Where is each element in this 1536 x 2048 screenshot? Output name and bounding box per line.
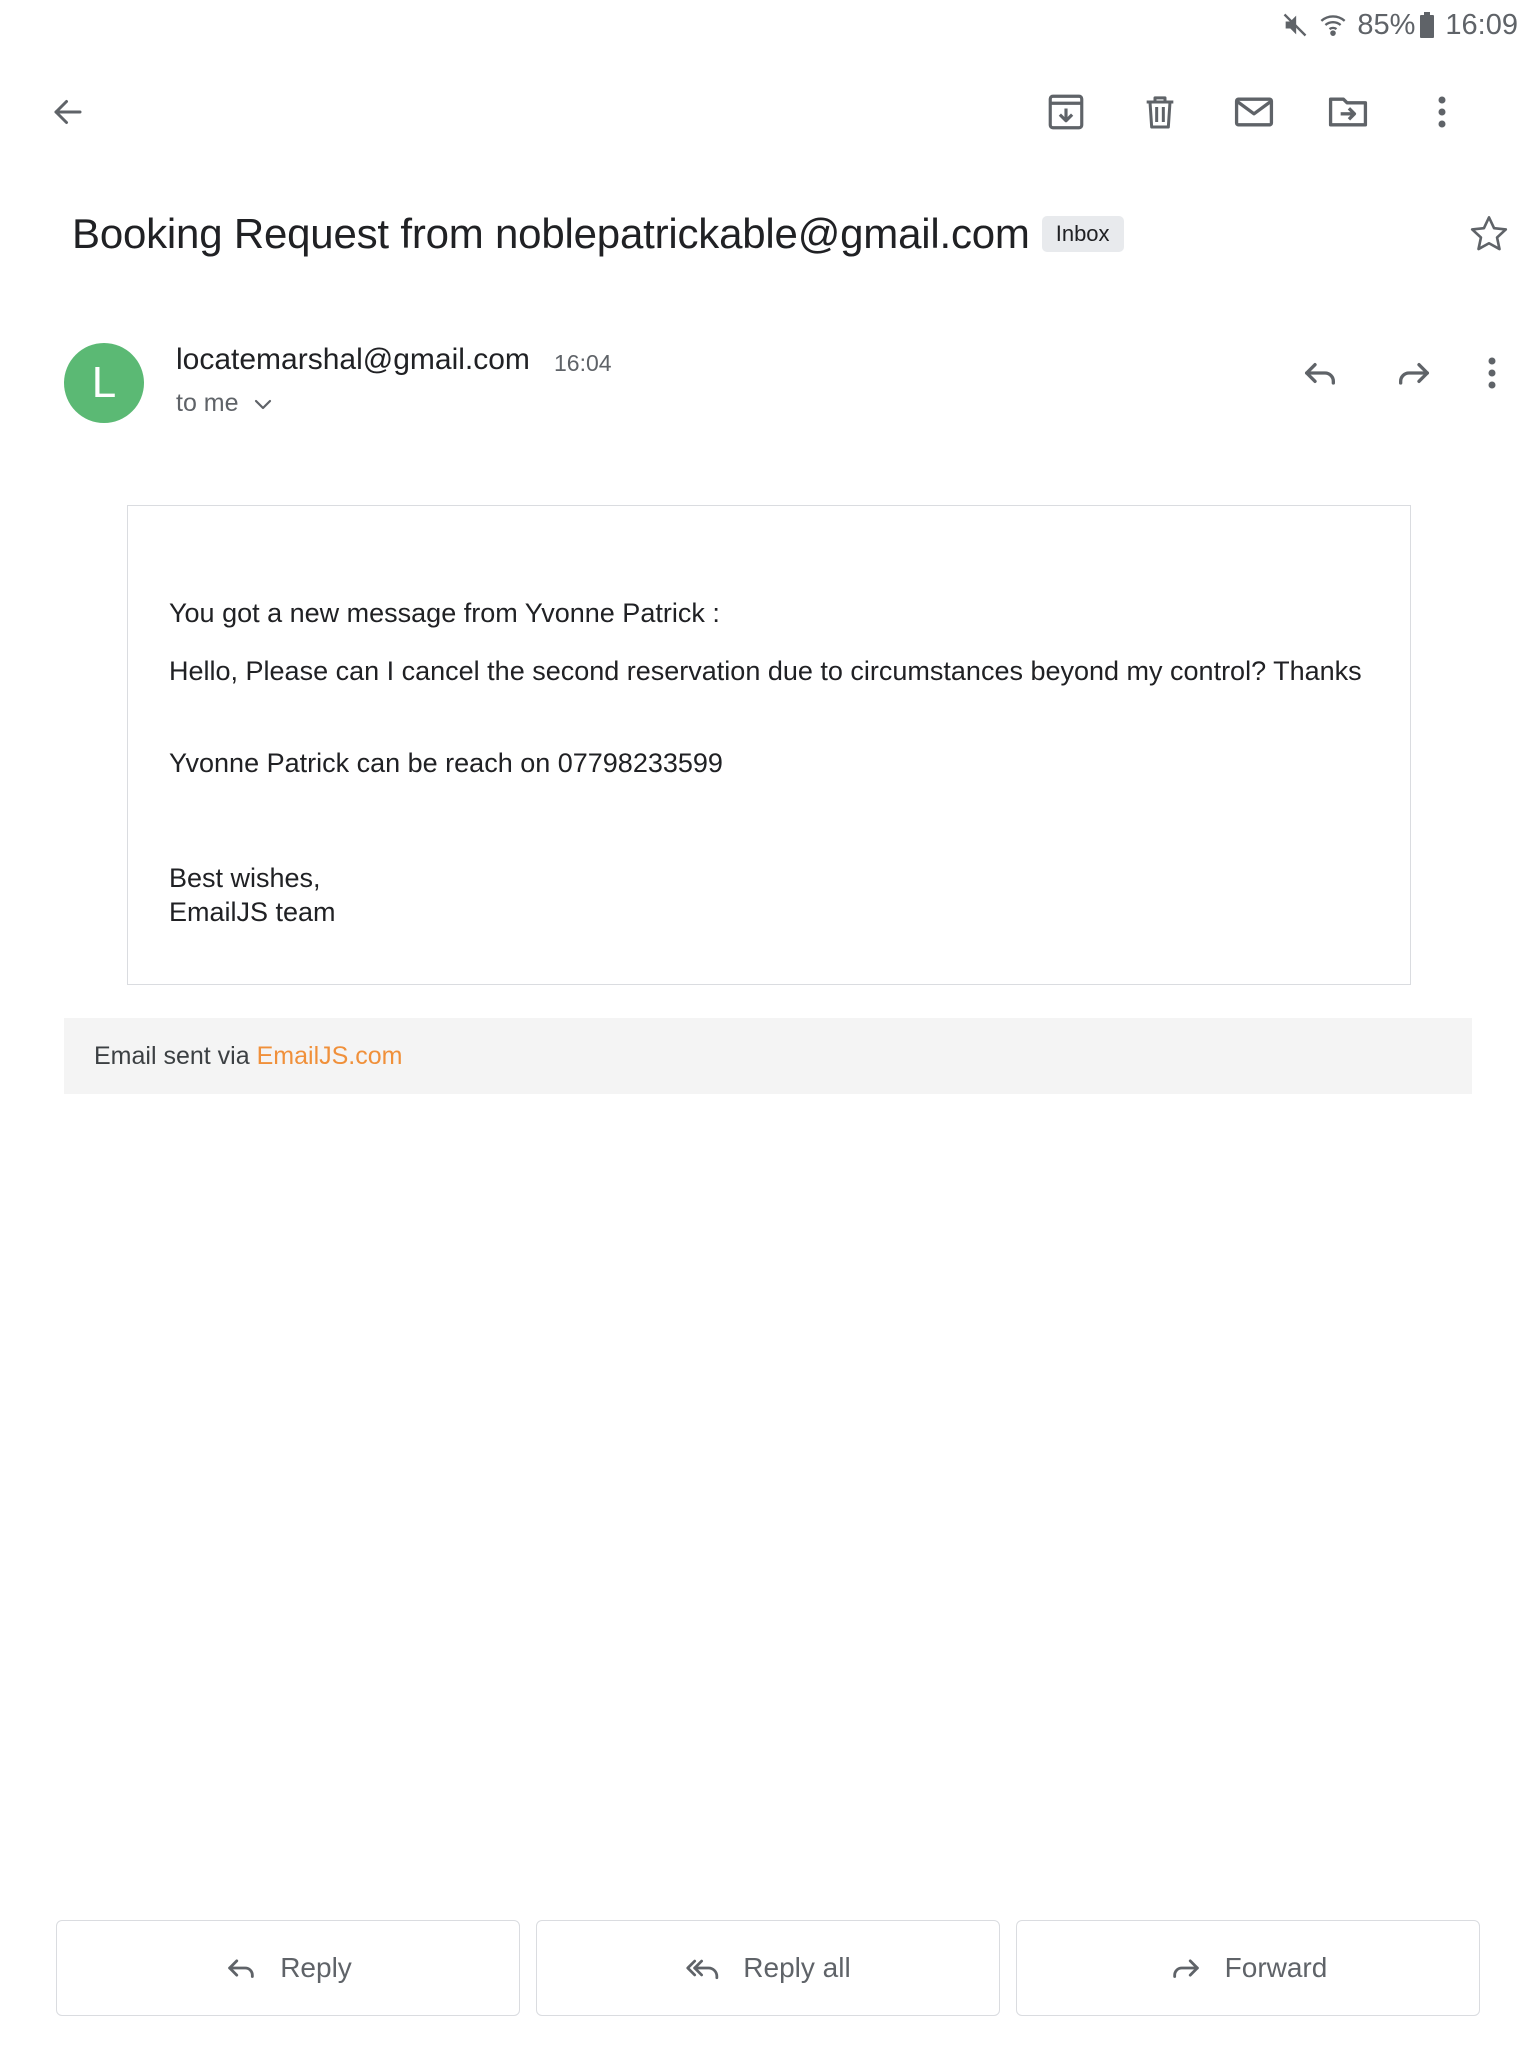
forward-label: Forward xyxy=(1224,1952,1328,1983)
status-bar: 85% 16:09 xyxy=(1281,8,1518,42)
reply-all-button[interactable]: Reply all xyxy=(536,1920,1000,2016)
reply-all-label: Reply all xyxy=(743,1952,851,1983)
reply-label: Reply xyxy=(280,1952,352,1983)
message-contact: Yvonne Patrick can be reach on 077982335… xyxy=(169,748,723,778)
star-icon xyxy=(1468,213,1510,260)
reply-icon xyxy=(224,1951,258,1985)
star-button[interactable] xyxy=(1463,210,1515,262)
move-to-folder-icon xyxy=(1326,90,1370,134)
closing-signature: EmailJS team xyxy=(169,897,336,927)
message-time: 16:04 xyxy=(554,350,612,376)
forward-icon xyxy=(1169,1951,1203,1985)
reply-button[interactable]: Reply xyxy=(56,1920,520,2016)
back-button[interactable] xyxy=(36,80,100,144)
more-options-button[interactable] xyxy=(1410,80,1474,144)
more-vert-icon xyxy=(1436,94,1448,130)
clock: 16:09 xyxy=(1445,8,1518,41)
sender-email: locatemarshal@gmail.com xyxy=(176,343,530,376)
reply-icon-button[interactable] xyxy=(1288,343,1352,407)
message-closing: Best wishes, EmailJS team xyxy=(169,861,336,929)
message-intro: You got a new message from Yvonne Patric… xyxy=(169,598,720,628)
forward-icon xyxy=(1394,353,1434,398)
recipient-label: to me xyxy=(176,389,239,417)
mail-icon xyxy=(1232,90,1276,134)
sent-via-note: Email sent via EmailJS.com xyxy=(64,1018,1472,1094)
closing-greeting: Best wishes, xyxy=(169,863,321,893)
reply-icon xyxy=(1300,353,1340,398)
recipient-toggle[interactable]: to me xyxy=(176,389,273,418)
emailjs-link[interactable]: EmailJS.com xyxy=(257,1042,403,1071)
wifi-icon xyxy=(1319,11,1347,39)
message-body: You got a new message from Yvonne Patric… xyxy=(127,505,1411,985)
chevron-down-icon xyxy=(253,389,273,418)
subject-row: Booking Request from noblepatrickable@gm… xyxy=(72,210,1124,258)
message-text: Hello, Please can I cancel the second re… xyxy=(169,656,1362,686)
email-subject: Booking Request from noblepatrickable@gm… xyxy=(72,210,1030,257)
delete-button[interactable] xyxy=(1128,80,1192,144)
mute-icon xyxy=(1281,11,1309,39)
archive-button[interactable] xyxy=(1034,80,1098,144)
forward-button[interactable]: Forward xyxy=(1016,1920,1480,2016)
battery-indicator: 85% xyxy=(1357,9,1435,42)
sender-row: L locatemarshal@gmail.com 16:04 to me xyxy=(64,343,1504,433)
action-bar: Reply Reply all Forward xyxy=(56,1920,1480,2016)
message-more-button[interactable] xyxy=(1468,343,1516,407)
inbox-label[interactable]: Inbox xyxy=(1041,216,1124,252)
toolbar xyxy=(0,80,1536,144)
battery-percent: 85% xyxy=(1357,8,1416,41)
sent-via-text: Email sent via xyxy=(94,1041,250,1070)
more-vert-icon xyxy=(1486,355,1498,396)
mark-unread-button[interactable] xyxy=(1222,80,1286,144)
forward-icon-button[interactable] xyxy=(1382,343,1446,407)
trash-icon xyxy=(1140,92,1180,132)
reply-all-icon xyxy=(685,1951,721,1985)
battery-icon xyxy=(1419,12,1435,38)
avatar[interactable]: L xyxy=(64,343,144,423)
archive-icon xyxy=(1045,91,1087,133)
move-to-button[interactable] xyxy=(1316,80,1380,144)
back-arrow-icon xyxy=(50,94,86,130)
